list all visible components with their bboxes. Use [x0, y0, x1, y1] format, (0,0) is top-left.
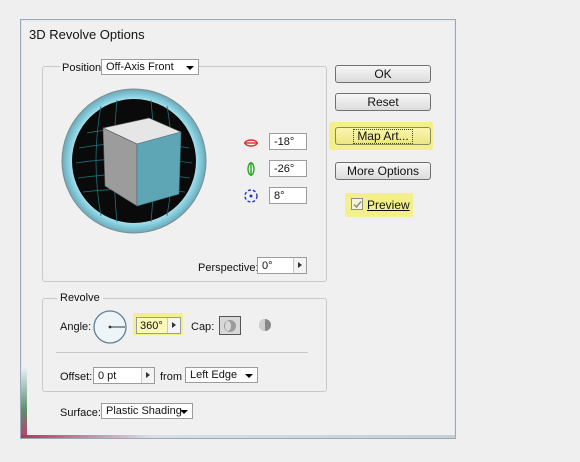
surface-select-value: Plastic Shading: [106, 405, 182, 417]
angle-stepper[interactable]: [167, 318, 180, 333]
rotate-x-field[interactable]: -18°: [269, 133, 307, 150]
revolve-label: Revolve: [57, 292, 103, 304]
revolve-divider: [56, 352, 308, 353]
offset-stepper[interactable]: [141, 368, 154, 383]
cap-on-icon: [224, 320, 236, 332]
position-select-value: Off-Axis Front: [106, 61, 174, 73]
more-options-button-label: More Options: [346, 164, 420, 178]
chevron-down-icon: [180, 410, 188, 414]
preview-checkbox[interactable]: [351, 198, 363, 210]
rotate-y-icon: [247, 162, 255, 176]
more-options-button[interactable]: More Options: [335, 162, 431, 180]
offset-value: 0 pt: [98, 370, 117, 382]
reset-button-label: Reset: [367, 95, 399, 109]
revolve-options-dialog: 3D Revolve Options Position: Off-Axis Fr…: [20, 19, 456, 439]
from-label: from: [160, 371, 182, 383]
rotate-z-field[interactable]: 8°: [269, 187, 307, 204]
position-select[interactable]: Off-Axis Front: [101, 59, 199, 75]
trackball-cube[interactable]: [61, 88, 207, 234]
preview-label[interactable]: Preview: [367, 198, 410, 212]
title-bar: 3D Revolve Options: [21, 20, 455, 48]
rotate-y-field[interactable]: -26°: [269, 160, 307, 177]
rotate-z-icon: [244, 189, 258, 203]
window-edge-accent: [21, 368, 27, 438]
rotate-x-value: -18°: [274, 136, 295, 148]
chevron-down-icon: [245, 374, 253, 378]
chevron-down-icon: [186, 66, 194, 70]
cap-off-icon[interactable]: [258, 318, 272, 332]
offset-label: Offset:: [60, 371, 93, 383]
from-select[interactable]: Left Edge: [185, 367, 258, 383]
window-bottom-accent: [21, 435, 455, 438]
ok-button-label: OK: [374, 67, 392, 81]
angle-dial-icon[interactable]: [92, 309, 128, 345]
perspective-value: 0°: [262, 260, 273, 272]
perspective-label: Perspective:: [198, 262, 259, 274]
rotate-z-value: 8°: [274, 190, 285, 202]
cap-on-button[interactable]: [219, 316, 241, 335]
perspective-stepper[interactable]: [293, 258, 306, 273]
offset-field[interactable]: 0 pt: [93, 367, 155, 384]
surface-select[interactable]: Plastic Shading: [101, 403, 193, 419]
angle-value: 360°: [140, 320, 163, 332]
ok-button[interactable]: OK: [335, 65, 431, 83]
dialog-title: 3D Revolve Options: [29, 27, 145, 42]
cap-label: Cap:: [191, 321, 215, 333]
map-art-button-label: Map Art...: [353, 129, 413, 144]
checkmark-icon: [353, 201, 362, 209]
reset-button[interactable]: Reset: [335, 93, 431, 111]
rotate-y-value: -26°: [274, 163, 295, 175]
position-label: Position:: [60, 62, 107, 74]
perspective-field[interactable]: 0°: [257, 257, 307, 274]
map-art-button[interactable]: Map Art...: [335, 127, 431, 145]
surface-label: Surface:: [60, 407, 101, 419]
angle-label: Angle:: [60, 321, 92, 333]
rotate-x-icon: [244, 139, 258, 147]
angle-field[interactable]: 360°: [136, 317, 181, 334]
from-select-value: Left Edge: [190, 369, 238, 381]
